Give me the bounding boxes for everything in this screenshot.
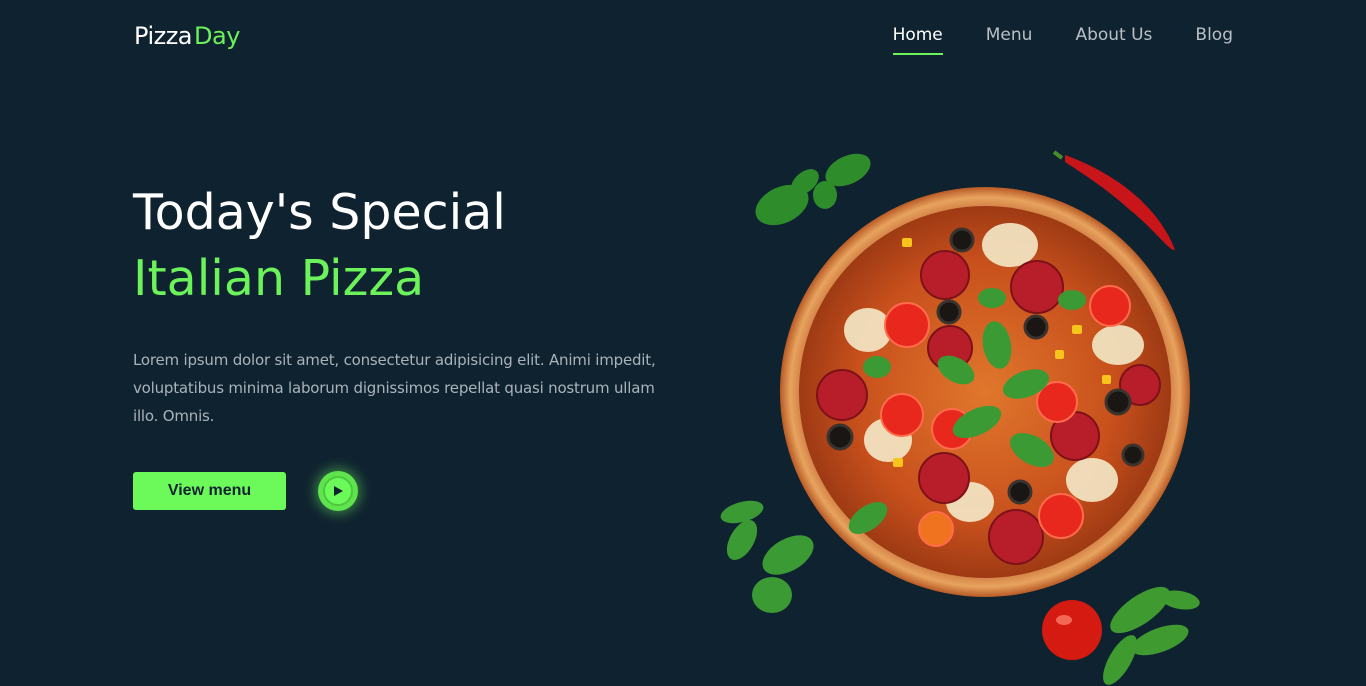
nav-item-blog[interactable]: Blog: [1195, 25, 1233, 51]
nav-item-home[interactable]: Home: [892, 25, 943, 55]
play-button-inner: [323, 476, 353, 506]
hero-description: Lorem ipsum dolor sit amet, consectetur …: [133, 351, 656, 425]
play-video-button[interactable]: [318, 471, 358, 511]
main-nav: Home Menu About Us Blog: [892, 25, 1233, 55]
view-menu-button[interactable]: View menu: [133, 472, 286, 510]
brand-logo[interactable]: Pizza Day: [134, 22, 240, 50]
hero-title-line1: Today's Special: [133, 184, 506, 241]
pizza-image: [720, 150, 1230, 685]
hero-title: Today's Special Italian Pizza: [133, 180, 506, 312]
hero-title-line2: Italian Pizza: [133, 250, 425, 307]
nav-item-about-us[interactable]: About Us: [1075, 25, 1152, 51]
play-icon: [334, 486, 343, 496]
brand-logo-part1: Pizza: [134, 22, 193, 50]
brand-logo-part2: Day: [194, 22, 240, 50]
nav-item-menu[interactable]: Menu: [986, 25, 1033, 51]
